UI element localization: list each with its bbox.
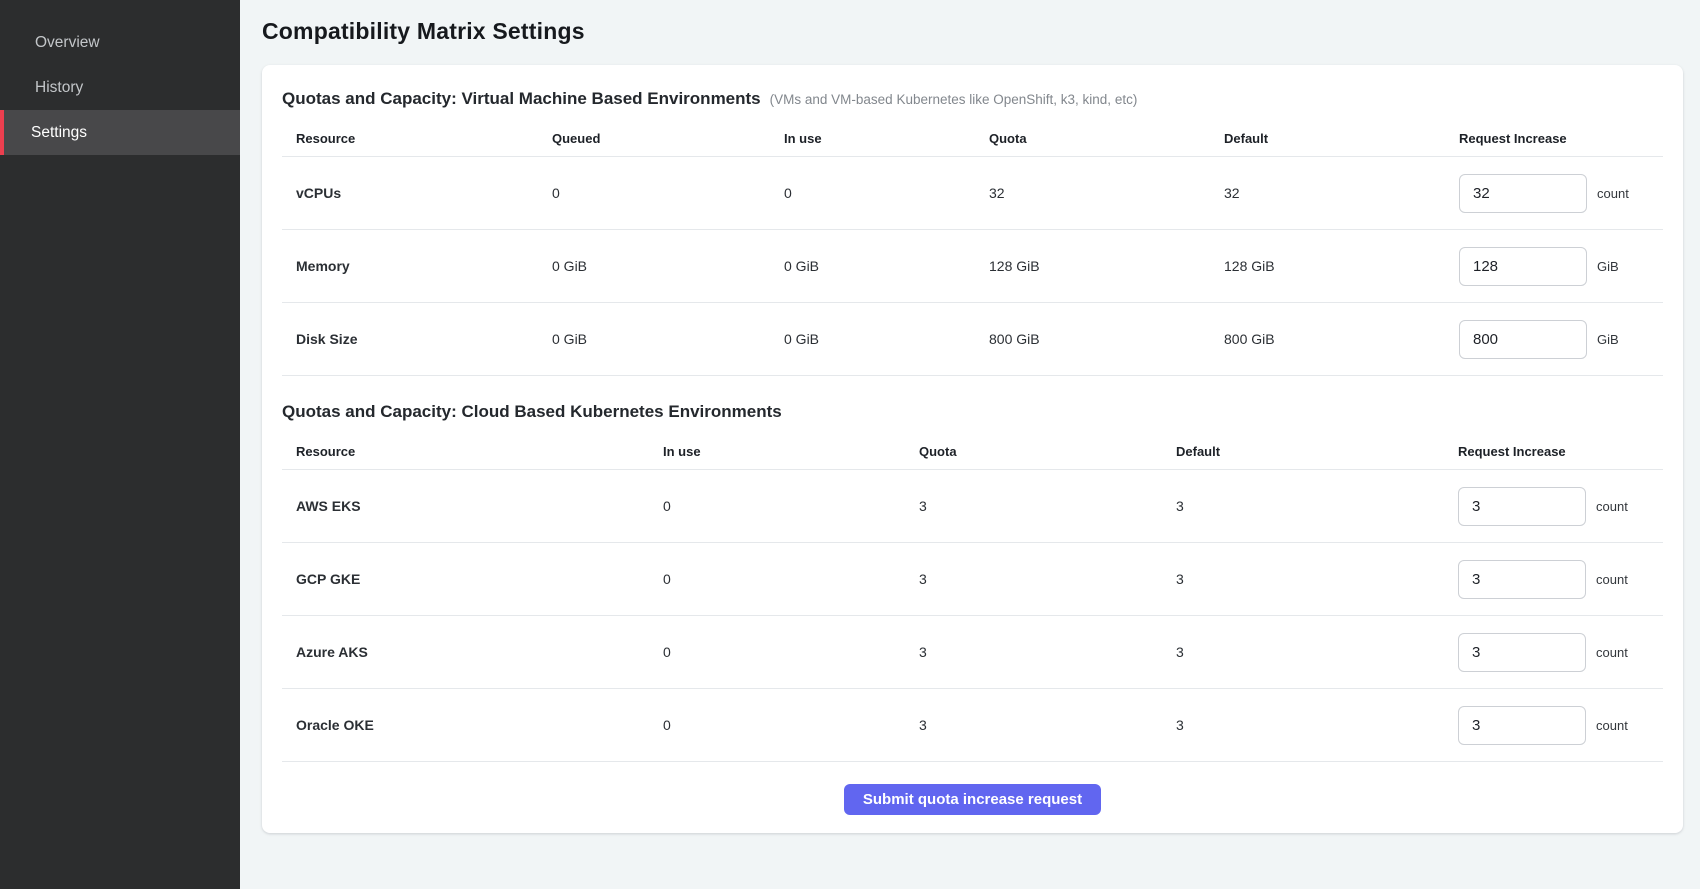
- cell-resource: AWS EKS: [282, 498, 663, 514]
- table-row-oracle-oke: Oracle OKE 0 3 3 count: [282, 689, 1663, 762]
- unit-label: count: [1596, 572, 1628, 587]
- cell-default: 3: [1176, 717, 1458, 733]
- cell-quota: 3: [919, 498, 1176, 514]
- cloud-section-header: Quotas and Capacity: Cloud Based Kuberne…: [282, 402, 1663, 422]
- table-row-memory: Memory 0 GiB 0 GiB 128 GiB 128 GiB GiB: [282, 230, 1663, 303]
- vm-table: Resource Queued In use Quota Default Req…: [282, 113, 1663, 376]
- column-header-request-increase: Request Increase: [1458, 436, 1663, 459]
- table-row-aws-eks: AWS EKS 0 3 3 count: [282, 470, 1663, 543]
- unit-label: count: [1596, 499, 1628, 514]
- cell-default: 32: [1224, 185, 1459, 201]
- column-header-resource: Resource: [282, 123, 552, 146]
- cell-queued: 0: [552, 185, 784, 201]
- cell-resource: Memory: [282, 258, 552, 274]
- aws-eks-request-input[interactable]: [1458, 487, 1586, 526]
- main-content: Compatibility Matrix Settings Quotas and…: [240, 0, 1700, 889]
- column-header-default: Default: [1224, 123, 1459, 146]
- quotas-card: Quotas and Capacity: Virtual Machine Bas…: [262, 65, 1683, 833]
- cell-in-use: 0: [663, 498, 919, 514]
- unit-label: count: [1596, 645, 1628, 660]
- sidebar-item-settings[interactable]: Settings: [0, 110, 240, 155]
- cell-in-use: 0: [663, 717, 919, 733]
- cell-request-increase: count: [1458, 560, 1663, 599]
- cell-default: 3: [1176, 644, 1458, 660]
- disk-size-request-input[interactable]: [1459, 320, 1587, 359]
- cell-request-increase: count: [1458, 706, 1663, 745]
- vm-section-subtitle: (VMs and VM-based Kubernetes like OpenSh…: [770, 92, 1138, 107]
- cell-queued: 0 GiB: [552, 331, 784, 347]
- cell-resource: Azure AKS: [282, 644, 663, 660]
- column-header-request-increase: Request Increase: [1459, 123, 1663, 146]
- sidebar: Overview History Settings: [0, 0, 240, 889]
- column-header-resource: Resource: [282, 436, 663, 459]
- cell-quota: 128 GiB: [989, 258, 1224, 274]
- cell-quota: 3: [919, 571, 1176, 587]
- cell-resource: GCP GKE: [282, 571, 663, 587]
- submit-quota-increase-button[interactable]: Submit quota increase request: [844, 784, 1101, 815]
- cell-default: 3: [1176, 498, 1458, 514]
- azure-aks-request-input[interactable]: [1458, 633, 1586, 672]
- cell-queued: 0 GiB: [552, 258, 784, 274]
- cell-default: 3: [1176, 571, 1458, 587]
- cell-in-use: 0 GiB: [784, 258, 989, 274]
- cell-resource: Disk Size: [282, 331, 552, 347]
- sidebar-item-label: Overview: [35, 34, 100, 52]
- oracle-oke-request-input[interactable]: [1458, 706, 1586, 745]
- cell-quota: 32: [989, 185, 1224, 201]
- table-row-vcpus: vCPUs 0 0 32 32 count: [282, 157, 1663, 230]
- cell-request-increase: count: [1458, 633, 1663, 672]
- cell-quota: 800 GiB: [989, 331, 1224, 347]
- column-header-quota: Quota: [919, 436, 1176, 459]
- cell-resource: vCPUs: [282, 185, 552, 201]
- cell-in-use: 0 GiB: [784, 331, 989, 347]
- cloud-table-header-row: Resource In use Quota Default Request In…: [282, 426, 1663, 470]
- gcp-gke-request-input[interactable]: [1458, 560, 1586, 599]
- sidebar-item-label: History: [35, 79, 83, 97]
- column-header-in-use: In use: [663, 436, 919, 459]
- cloud-table: Resource In use Quota Default Request In…: [282, 426, 1663, 762]
- cell-in-use: 0: [663, 571, 919, 587]
- column-header-default: Default: [1176, 436, 1458, 459]
- table-row-gcp-gke: GCP GKE 0 3 3 count: [282, 543, 1663, 616]
- sidebar-item-label: Settings: [31, 124, 87, 142]
- cell-in-use: 0: [784, 185, 989, 201]
- unit-label: GiB: [1597, 259, 1619, 274]
- memory-request-input[interactable]: [1459, 247, 1587, 286]
- vm-section-title: Quotas and Capacity: Virtual Machine Bas…: [282, 89, 761, 109]
- vm-section-header: Quotas and Capacity: Virtual Machine Bas…: [282, 89, 1663, 109]
- cloud-section-title: Quotas and Capacity: Cloud Based Kuberne…: [282, 402, 782, 422]
- cell-in-use: 0: [663, 644, 919, 660]
- table-row-azure-aks: Azure AKS 0 3 3 count: [282, 616, 1663, 689]
- unit-label: count: [1596, 718, 1628, 733]
- sidebar-item-overview[interactable]: Overview: [0, 20, 240, 65]
- vcpus-request-input[interactable]: [1459, 174, 1587, 213]
- column-header-queued: Queued: [552, 123, 784, 146]
- cell-request-increase: GiB: [1459, 320, 1663, 359]
- cell-quota: 3: [919, 644, 1176, 660]
- unit-label: GiB: [1597, 332, 1619, 347]
- cell-request-increase: count: [1458, 487, 1663, 526]
- column-header-in-use: In use: [784, 123, 989, 146]
- unit-label: count: [1597, 186, 1629, 201]
- sidebar-item-history[interactable]: History: [0, 65, 240, 110]
- cell-default: 128 GiB: [1224, 258, 1459, 274]
- card-footer: Submit quota increase request: [282, 784, 1663, 815]
- table-row-disk-size: Disk Size 0 GiB 0 GiB 800 GiB 800 GiB Gi…: [282, 303, 1663, 376]
- page-title: Compatibility Matrix Settings: [262, 18, 1684, 45]
- cell-request-increase: count: [1459, 174, 1663, 213]
- cell-resource: Oracle OKE: [282, 717, 663, 733]
- vm-table-header-row: Resource Queued In use Quota Default Req…: [282, 113, 1663, 157]
- cell-quota: 3: [919, 717, 1176, 733]
- column-header-quota: Quota: [989, 123, 1224, 146]
- cell-request-increase: GiB: [1459, 247, 1663, 286]
- cell-default: 800 GiB: [1224, 331, 1459, 347]
